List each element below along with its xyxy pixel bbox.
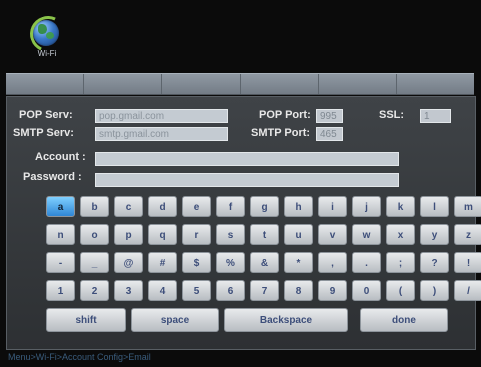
tab-strip <box>6 73 475 95</box>
space-key[interactable]: space <box>131 308 219 332</box>
key-b[interactable]: b <box>80 196 109 217</box>
key-1[interactable]: 1 <box>46 280 75 301</box>
tab-5[interactable] <box>318 74 397 94</box>
key-semicolon[interactable]: ; <box>386 252 415 273</box>
key-exclamation[interactable]: ! <box>454 252 481 273</box>
account-field[interactable] <box>95 152 399 166</box>
key-at[interactable]: @ <box>114 252 143 273</box>
key-underscore[interactable]: _ <box>80 252 109 273</box>
key-m[interactable]: m <box>454 196 481 217</box>
key-2[interactable]: 2 <box>80 280 109 301</box>
key-o[interactable]: o <box>80 224 109 245</box>
key-open-paren[interactable]: ( <box>386 280 415 301</box>
tab-6[interactable] <box>396 74 475 94</box>
backspace-key[interactable]: Backspace <box>224 308 348 332</box>
tab-2[interactable] <box>84 74 163 94</box>
key-0[interactable]: 0 <box>352 280 381 301</box>
key-hash[interactable]: # <box>148 252 177 273</box>
key-i[interactable]: i <box>318 196 347 217</box>
key-dollar[interactable]: $ <box>182 252 211 273</box>
key-6[interactable]: 6 <box>216 280 245 301</box>
key-v[interactable]: v <box>318 224 347 245</box>
smtp-port-label: SMTP Port: <box>251 127 311 139</box>
key-asterisk[interactable]: * <box>284 252 313 273</box>
key-g[interactable]: g <box>250 196 279 217</box>
key-y[interactable]: y <box>420 224 449 245</box>
logo-label: Wi-Fi <box>37 49 57 58</box>
key-comma[interactable]: , <box>318 252 347 273</box>
key-j[interactable]: j <box>352 196 381 217</box>
key-k[interactable]: k <box>386 196 415 217</box>
password-field[interactable] <box>95 173 399 187</box>
done-key[interactable]: done <box>360 308 448 332</box>
key-3[interactable]: 3 <box>114 280 143 301</box>
key-5[interactable]: 5 <box>182 280 211 301</box>
key-l[interactable]: l <box>420 196 449 217</box>
key-t[interactable]: t <box>250 224 279 245</box>
breadcrumb-status: Menu>Wi-Fi>Account Config>Email <box>8 352 151 362</box>
key-row-letters-1: a b c d e f g h i j k l m <box>46 196 481 217</box>
key-row-actions: shift space Backspace done <box>46 308 448 332</box>
key-close-paren[interactable]: ) <box>420 280 449 301</box>
ssl-field[interactable]: 1 <box>420 109 451 123</box>
pop-port-label: POP Port: <box>259 109 311 121</box>
device-screen: Wi-Fi POP Serv: pop.gmail.com SMTP Serv:… <box>0 0 481 367</box>
key-9[interactable]: 9 <box>318 280 347 301</box>
account-label: Account : <box>35 151 86 163</box>
tab-3[interactable] <box>162 74 241 94</box>
key-period[interactable]: . <box>352 252 381 273</box>
pop-serv-label: POP Serv: <box>19 109 73 121</box>
key-d[interactable]: d <box>148 196 177 217</box>
key-percent[interactable]: % <box>216 252 245 273</box>
pop-port-field[interactable]: 995 <box>316 109 343 123</box>
key-x[interactable]: x <box>386 224 415 245</box>
key-r[interactable]: r <box>182 224 211 245</box>
key-row-numbers: 1 2 3 4 5 6 7 8 9 0 ( ) / <box>46 280 481 301</box>
smtp-serv-field[interactable]: smtp.gmail.com <box>95 127 228 141</box>
key-h[interactable]: h <box>284 196 313 217</box>
key-7[interactable]: 7 <box>250 280 279 301</box>
key-f[interactable]: f <box>216 196 245 217</box>
tab-1[interactable] <box>6 74 85 94</box>
key-w[interactable]: w <box>352 224 381 245</box>
pop-serv-field[interactable]: pop.gmail.com <box>95 109 228 123</box>
key-u[interactable]: u <box>284 224 313 245</box>
key-row-letters-2: n o p q r s t u v w x y z <box>46 224 481 245</box>
key-8[interactable]: 8 <box>284 280 313 301</box>
key-slash[interactable]: / <box>454 280 481 301</box>
key-row-symbols: - _ @ # $ % & * , . ; ? ! <box>46 252 481 273</box>
smtp-serv-label: SMTP Serv: <box>13 127 74 139</box>
key-e[interactable]: e <box>182 196 211 217</box>
key-q[interactable]: q <box>148 224 177 245</box>
ssl-label: SSL: <box>379 109 405 121</box>
key-z[interactable]: z <box>454 224 481 245</box>
wifi-logo[interactable]: Wi-Fi <box>24 10 72 60</box>
key-hyphen[interactable]: - <box>46 252 75 273</box>
key-n[interactable]: n <box>46 224 75 245</box>
key-p[interactable]: p <box>114 224 143 245</box>
tab-4[interactable] <box>240 74 319 94</box>
shift-key[interactable]: shift <box>46 308 126 332</box>
key-a[interactable]: a <box>46 196 75 217</box>
key-4[interactable]: 4 <box>148 280 177 301</box>
key-c[interactable]: c <box>114 196 143 217</box>
password-label: Password : <box>23 171 82 183</box>
key-s[interactable]: s <box>216 224 245 245</box>
key-question[interactable]: ? <box>420 252 449 273</box>
key-ampersand[interactable]: & <box>250 252 279 273</box>
smtp-port-field[interactable]: 465 <box>316 127 343 141</box>
